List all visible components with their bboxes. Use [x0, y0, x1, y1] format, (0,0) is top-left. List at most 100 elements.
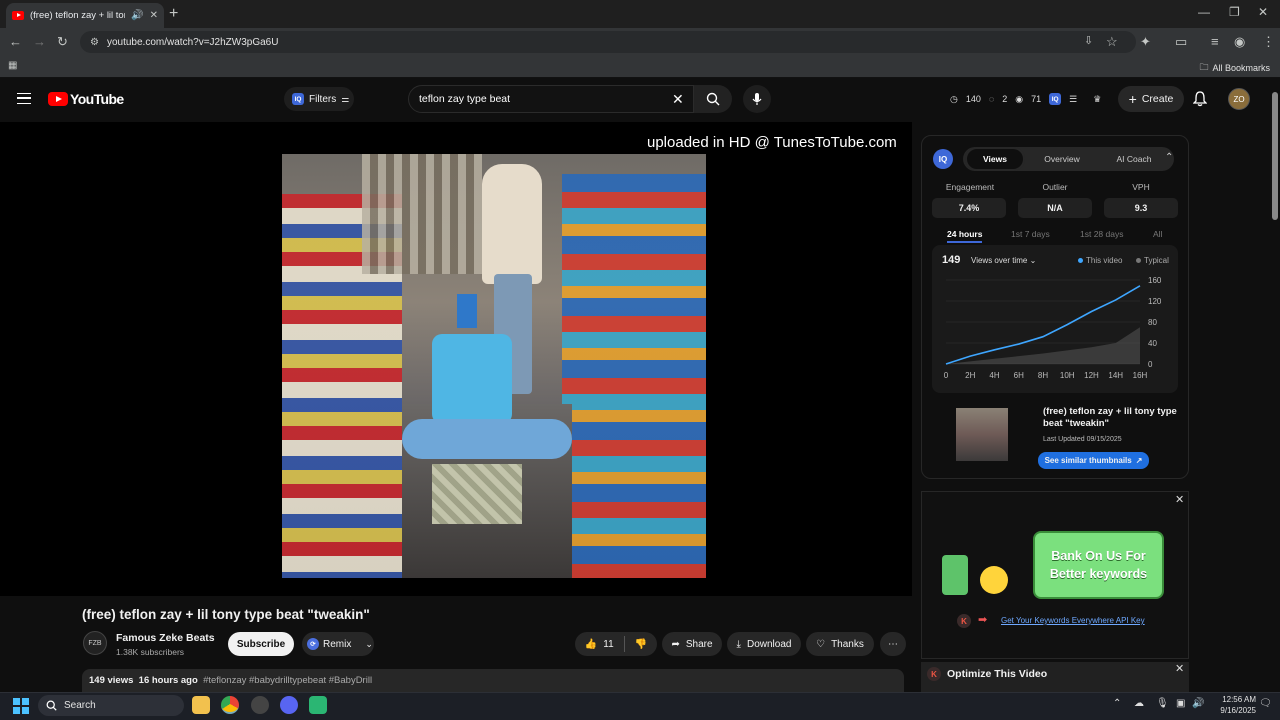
- reload-icon[interactable]: ↻: [57, 34, 68, 50]
- remix-button[interactable]: ⟳ Remix ⌄: [302, 632, 374, 656]
- views-line-chart: 0 40 80 120 160 0 2H 4H 6H 8H 10H 12H 14H 16H: [944, 276, 1162, 380]
- list-icon[interactable]: ☰: [1069, 94, 1077, 105]
- install-app-icon[interactable]: ⇩: [1084, 34, 1093, 47]
- bookmarks-bar: ▦ 🗀 All Bookmarks: [0, 56, 1280, 78]
- site-info-icon[interactable]: ⚙: [90, 37, 99, 48]
- app-icon[interactable]: [251, 696, 269, 714]
- tab-views[interactable]: Views: [965, 147, 1025, 171]
- all-bookmarks-button[interactable]: 🗀 All Bookmarks: [1199, 60, 1270, 76]
- extensions-icon[interactable]: ✦: [1140, 34, 1151, 50]
- channel-avatar[interactable]: FZB: [83, 631, 107, 655]
- search-input[interactable]: teflon zay type beat: [408, 85, 694, 113]
- apps-grid-icon[interactable]: ▦: [8, 60, 17, 71]
- search-button[interactable]: [694, 85, 732, 113]
- download-button[interactable]: ⤓ Download: [727, 632, 801, 656]
- subscriber-count: 1.38K subscribers: [116, 647, 185, 657]
- thumbs-down-icon[interactable]: 👎: [635, 639, 647, 650]
- x-tick-label: 8H: [1038, 371, 1048, 380]
- close-window-icon[interactable]: ✕: [1258, 5, 1268, 19]
- menu-kebab-icon[interactable]: ⋮: [1262, 34, 1275, 50]
- app-green-icon[interactable]: [309, 696, 327, 714]
- collapse-chevron-icon[interactable]: ⌃: [1165, 152, 1173, 163]
- back-icon[interactable]: ←: [9, 34, 22, 49]
- subscribe-button[interactable]: Subscribe: [228, 632, 294, 656]
- share-arrow-icon: ➦: [671, 638, 680, 650]
- cast-icon[interactable]: ▭: [1175, 34, 1187, 50]
- super-thanks-icon: ♡: [816, 638, 826, 650]
- tab-overview[interactable]: Overview: [1027, 147, 1097, 171]
- volume-icon[interactable]: 🔊: [1192, 698, 1204, 709]
- range-all[interactable]: All: [1153, 229, 1162, 239]
- ad-headline[interactable]: Bank On Us For Better keywords: [1033, 531, 1164, 599]
- like-count[interactable]: 11: [603, 639, 613, 650]
- create-button[interactable]: + Create: [1118, 86, 1184, 112]
- network-icon[interactable]: ▣: [1176, 698, 1185, 709]
- sliders-icon: ⚌: [341, 93, 350, 104]
- tab-ai-coach[interactable]: AI Coach: [1099, 147, 1169, 171]
- hamburger-menu-icon[interactable]: [17, 93, 31, 104]
- browser-tab[interactable]: (free) teflon zay + lil tony type beat "…: [6, 3, 164, 28]
- optimize-close-icon[interactable]: ✕: [1175, 662, 1184, 675]
- range-28-days[interactable]: 1st 28 days: [1080, 229, 1123, 239]
- thanks-button[interactable]: ♡ Thanks: [806, 632, 874, 656]
- notifications-bell-icon[interactable]: [1193, 91, 1207, 107]
- thumbs-up-icon[interactable]: 👍: [585, 639, 597, 650]
- see-similar-thumbnails-button[interactable]: See similar thumbnails ↗: [1038, 452, 1149, 469]
- speaker-icon[interactable]: 🔊: [131, 10, 143, 21]
- x-tick-label: 6H: [1014, 371, 1024, 380]
- description-box[interactable]: 149 views 16 hours ago #teflonzay #babyd…: [82, 669, 904, 693]
- filters-button[interactable]: IQ Filters ⚌: [284, 87, 354, 111]
- windows-start-icon[interactable]: [13, 698, 29, 714]
- more-actions-button[interactable]: ⋯: [880, 632, 906, 656]
- search-icon: [46, 700, 57, 711]
- ad-close-icon[interactable]: ✕: [1175, 493, 1184, 506]
- media-control-icon[interactable]: ≡: [1211, 34, 1219, 49]
- discord-icon[interactable]: [280, 696, 298, 714]
- views-over-time-dropdown[interactable]: Views over time ⌄: [971, 256, 1036, 265]
- keywords-everywhere-icon: K: [927, 667, 941, 681]
- mic-tray-icon[interactable]: 🎙: [1156, 698, 1169, 709]
- search-icon: [706, 92, 720, 106]
- bookmark-star-icon[interactable]: ☆: [1106, 34, 1118, 50]
- address-bar[interactable]: ⚙ youtube.com/watch?v=J2hZW3pGa6U: [80, 31, 1136, 53]
- ad-link[interactable]: Get Your Keywords Everywhere API Key: [1001, 616, 1145, 625]
- x-tick-label: 16H: [1133, 371, 1148, 380]
- close-tab-icon[interactable]: ✕: [150, 10, 158, 21]
- vidiq-logo-icon: IQ: [933, 149, 953, 169]
- hashtags[interactable]: #teflonzay #babydrilltypebeat #BabyDrill: [203, 675, 372, 686]
- minimize-icon[interactable]: —: [1198, 5, 1210, 19]
- share-button[interactable]: ➦ Share: [662, 632, 722, 656]
- profile-icon[interactable]: ◉: [1234, 34, 1245, 50]
- taskbar-clock[interactable]: 12:56 AM 9/16/2025: [1208, 694, 1256, 716]
- scrollbar-thumb[interactable]: [1272, 92, 1278, 220]
- range-7-days[interactable]: 1st 7 days: [1011, 229, 1050, 239]
- chrome-icon[interactable]: [221, 696, 239, 714]
- forward-icon[interactable]: →: [33, 34, 46, 49]
- chevron-down-icon[interactable]: ⌄: [365, 639, 373, 650]
- onedrive-icon[interactable]: ☁: [1134, 698, 1144, 709]
- youtube-logo[interactable]: YouTube: [48, 91, 124, 107]
- browser-tab-strip: (free) teflon zay + lil tony type beat "…: [0, 0, 1280, 28]
- taskbar-search[interactable]: Search: [38, 695, 184, 716]
- external-link-icon: ↗: [1135, 456, 1143, 465]
- file-explorer-icon[interactable]: [192, 696, 210, 714]
- notification-icon[interactable]: 🗨: [1259, 698, 1272, 709]
- vidiq-badge-icon[interactable]: IQ: [1049, 93, 1062, 105]
- metric-engagement-label: Engagement: [945, 182, 995, 192]
- video-frame-image[interactable]: [282, 154, 706, 578]
- youtube-favicon-icon: [12, 11, 24, 20]
- trophy-icon[interactable]: ♛: [1093, 94, 1101, 105]
- x-tick-label: 0: [944, 371, 949, 380]
- related-thumbnail[interactable]: [956, 408, 1008, 461]
- range-24-hours[interactable]: 24 hours: [947, 229, 983, 243]
- new-tab-button[interactable]: +: [169, 5, 178, 23]
- views-count: 149: [942, 254, 961, 266]
- legend-this-video: This video: [1078, 256, 1122, 265]
- account-avatar[interactable]: ZO: [1228, 88, 1250, 110]
- maximize-icon[interactable]: ❐: [1229, 5, 1240, 19]
- tray-chevron-icon[interactable]: ⌃: [1113, 698, 1121, 709]
- channel-name-link[interactable]: Famous Zeke Beats: [116, 632, 215, 644]
- voice-search-button[interactable]: [743, 85, 771, 113]
- clock-icon: ◷: [950, 93, 958, 104]
- clear-search-icon[interactable]: ✕: [672, 91, 684, 108]
